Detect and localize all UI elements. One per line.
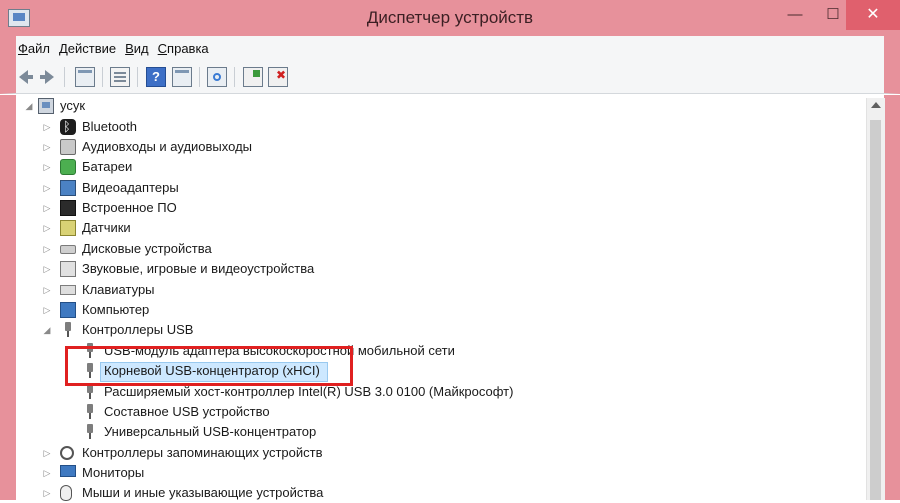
pc-icon (60, 302, 76, 318)
usb-icon (60, 322, 76, 338)
action-pane-icon[interactable] (172, 67, 192, 87)
tree-item-disk-drives[interactable]: ▷ Дисковые устройства (42, 239, 442, 259)
collapsed-arrow-icon[interactable]: ▷ (42, 117, 52, 137)
sensor-icon (60, 220, 76, 236)
toolbar-separator (234, 67, 235, 87)
minimize-button[interactable]: — (772, 0, 818, 30)
title-bar: Диспетчер устройств — ☐ ✕ (0, 0, 900, 36)
bluetooth-icon (60, 117, 76, 137)
tree-item-label: Компьютер (82, 302, 150, 317)
annotation-highlight-box (65, 346, 353, 386)
scan-hardware-icon[interactable] (207, 67, 227, 87)
collapsed-arrow-icon[interactable]: ▷ (42, 218, 52, 238)
tree-item-usb-controllers[interactable]: ◢ Контроллеры USB (42, 320, 442, 340)
show-hide-console-tree-icon[interactable] (75, 67, 95, 87)
menu-view[interactable]: Вид (125, 41, 158, 56)
display-adapter-icon (60, 180, 76, 196)
tree-item-sensors[interactable]: ▷ Датчики (42, 218, 442, 238)
tree-item-label: Составное USB устройство (104, 404, 270, 419)
tree-item-monitors[interactable]: ▷ Мониторы (42, 463, 442, 483)
toolbar: ? (0, 60, 900, 94)
back-arrow-icon[interactable] (16, 67, 36, 87)
expanded-arrow-icon[interactable]: ◢ (42, 320, 52, 340)
sound-icon (60, 261, 76, 277)
usb-icon (82, 424, 98, 440)
tree-item-audio-io[interactable]: ▷ Аудиовходы и аудиовыходы (42, 137, 442, 157)
tree-item-label: Дисковые устройства (82, 241, 212, 256)
collapsed-arrow-icon[interactable]: ▷ (42, 178, 52, 198)
keyboard-icon (60, 285, 76, 295)
menu-action[interactable]: Действие (59, 41, 125, 56)
menu-help[interactable]: Справка (158, 41, 218, 56)
menu-bar: Файл Действие Вид Справка (0, 36, 900, 60)
audio-icon (60, 139, 76, 155)
disk-icon (60, 245, 76, 254)
firmware-icon (60, 200, 76, 216)
usb-child-composite[interactable]: Составное USB устройство (80, 402, 580, 422)
usb-icon (82, 404, 98, 420)
toolbar-separator (199, 67, 200, 87)
tree-item-label: Видеоадаптеры (82, 180, 179, 195)
menu-file[interactable]: Файл (18, 41, 59, 56)
mouse-icon (60, 485, 72, 501)
help-icon[interactable]: ? (146, 67, 166, 87)
tree-item-sound-video[interactable]: ▷ Звуковые, игровые и видеоустройства (42, 259, 442, 279)
tree-item-label: Контроллеры запоминающих устройств (82, 445, 323, 460)
window-title: Диспетчер устройств (366, 8, 534, 27)
collapsed-arrow-icon[interactable]: ▷ (42, 463, 52, 483)
tree-item-storage-controllers[interactable]: ▷ Контроллеры запоминающих устройств (42, 443, 442, 463)
tree-item-label: Универсальный USB-концентратор (104, 424, 317, 439)
update-driver-icon[interactable] (243, 67, 263, 87)
properties-icon[interactable] (110, 67, 130, 87)
tree-item-label: Контроллеры USB (82, 322, 194, 337)
tree-item-label: Батареи (82, 159, 133, 174)
collapsed-arrow-icon[interactable]: ▷ (42, 239, 52, 259)
collapsed-arrow-icon[interactable]: ▷ (42, 483, 52, 503)
tree-item-bluetooth[interactable]: ▷ Bluetooth (42, 117, 442, 137)
tree-item-label: Мыши и иные указывающие устройства (82, 485, 324, 500)
scrollbar-thumb[interactable] (870, 120, 881, 500)
window-border-right (884, 95, 900, 500)
tree-item-firmware[interactable]: ▷ Встроенное ПО (42, 198, 442, 218)
usb-icon (82, 384, 98, 400)
window-border-left (0, 95, 16, 500)
maximize-button[interactable]: ☐ (818, 0, 848, 30)
tree-item-label: Аудиовходы и аудиовыходы (82, 139, 252, 154)
usb-child-generic-hub[interactable]: Универсальный USB-концентратор (80, 422, 580, 442)
collapsed-arrow-icon[interactable]: ▷ (42, 280, 52, 300)
battery-icon (60, 159, 76, 175)
vertical-scrollbar[interactable] (866, 98, 885, 500)
tree-item-label: Bluetooth (82, 119, 137, 134)
tree-item-batteries[interactable]: ▷ Батареи (42, 157, 442, 177)
tree-root[interactable]: ◢ усук (24, 96, 224, 116)
collapsed-arrow-icon[interactable]: ▷ (42, 157, 52, 177)
close-button[interactable]: ✕ (846, 0, 900, 30)
collapsed-arrow-icon[interactable]: ▷ (42, 259, 52, 279)
expanded-arrow-icon[interactable]: ◢ (24, 96, 34, 116)
computer-icon (38, 98, 54, 114)
toolbar-separator (102, 67, 103, 87)
toolbar-separator (137, 67, 138, 87)
tree-item-label: Клавиатуры (82, 282, 155, 297)
tree-item-label: Датчики (82, 220, 131, 235)
collapsed-arrow-icon[interactable]: ▷ (42, 300, 52, 320)
uninstall-device-icon[interactable] (268, 67, 288, 87)
tree-item-label: Звуковые, игровые и видеоустройства (82, 261, 315, 276)
tree-item-computer[interactable]: ▷ Компьютер (42, 300, 442, 320)
tree-item-label: Встроенное ПО (82, 200, 177, 215)
tree-item-label: Мониторы (82, 465, 145, 480)
tree-item-mice[interactable]: ▷ Мыши и иные указывающие устройства (42, 483, 442, 503)
toolbar-separator (64, 67, 65, 87)
forward-arrow-icon[interactable] (38, 67, 58, 87)
collapsed-arrow-icon[interactable]: ▷ (42, 137, 52, 157)
scroll-up-icon[interactable] (871, 102, 881, 108)
tree-item-display-adapters[interactable]: ▷ Видеоадаптеры (42, 178, 442, 198)
storage-controller-icon (60, 446, 74, 460)
monitor-icon (60, 465, 76, 477)
collapsed-arrow-icon[interactable]: ▷ (42, 198, 52, 218)
collapsed-arrow-icon[interactable]: ▷ (42, 443, 52, 463)
tree-root-label: усук (60, 98, 86, 113)
tree-item-keyboards[interactable]: ▷ Клавиатуры (42, 280, 442, 300)
